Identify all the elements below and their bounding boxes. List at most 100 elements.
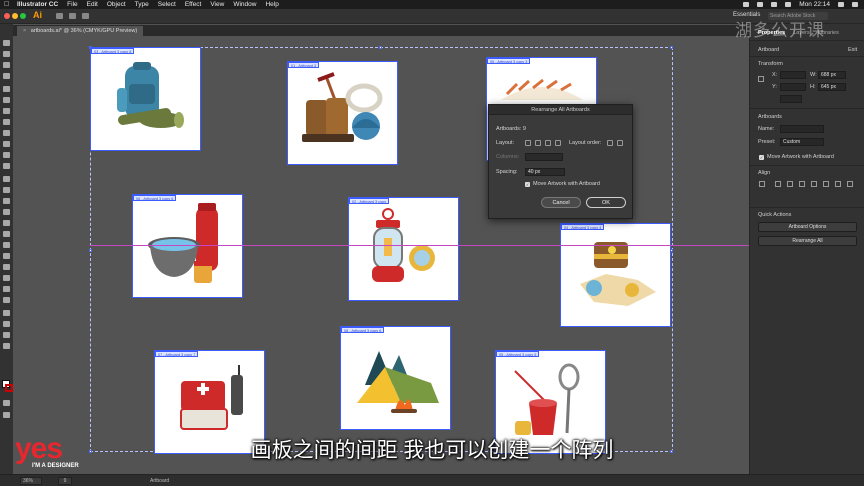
align-horizontal-center-icon[interactable]	[775, 181, 781, 187]
align-right-icon[interactable]	[787, 181, 793, 187]
artboard-label[interactable]: 02 - Artboard 3 copy	[349, 198, 390, 204]
arrange-by-column-icon[interactable]	[555, 140, 561, 146]
width-tool-icon[interactable]	[3, 198, 10, 204]
selection-handle[interactable]	[89, 249, 92, 252]
align-options-icon[interactable]	[847, 181, 853, 187]
search-icon[interactable]	[838, 2, 844, 7]
artboard-label[interactable]: 07 - Artboard 3 copy 7	[155, 351, 199, 357]
zoom-tool-icon[interactable]	[3, 343, 10, 349]
artboard[interactable]: 02 - Artboard 3 copy	[348, 197, 459, 301]
wifi-icon[interactable]	[757, 2, 764, 7]
align-left-icon[interactable]	[759, 181, 765, 187]
right-to-left-icon[interactable]	[617, 140, 623, 146]
eyedropper-tool-icon[interactable]	[3, 264, 10, 270]
artboard[interactable]: 04 - Artboard 3 copy 4	[560, 223, 671, 327]
maximize-window-icon[interactable]	[20, 13, 26, 19]
menu-object[interactable]: Object	[107, 1, 126, 8]
preset-select[interactable]: Custom	[780, 138, 824, 146]
grid-by-row-icon[interactable]	[525, 140, 531, 146]
selection-tool-icon[interactable]	[3, 40, 10, 46]
zoom-field[interactable]: 36%	[20, 477, 42, 485]
distribute-icon[interactable]	[835, 181, 841, 187]
draw-mode-icon[interactable]	[3, 400, 10, 406]
hand-tool-icon[interactable]	[3, 332, 10, 338]
gradient-tool-icon[interactable]	[3, 253, 10, 259]
scale-tool-icon[interactable]	[3, 187, 10, 193]
menu-select[interactable]: Select	[158, 1, 176, 8]
current-tool-label[interactable]: Artboard	[150, 478, 169, 484]
align-vertical-center-icon[interactable]	[811, 181, 817, 187]
rectangle-tool-icon[interactable]	[3, 130, 10, 136]
selection-handle[interactable]	[379, 46, 382, 49]
lasso-tool-icon[interactable]	[3, 73, 10, 79]
exit-artboard-button[interactable]: Exit	[848, 47, 857, 53]
spacing-input[interactable]: 40 px	[525, 168, 565, 176]
minimize-window-icon[interactable]	[12, 13, 18, 19]
columns-input[interactable]	[525, 153, 563, 161]
screen-mode-icon[interactable]	[3, 412, 10, 418]
artboard[interactable]: 06 - Artboard 3 copy 6	[132, 194, 243, 298]
direct-selection-tool-icon[interactable]	[3, 51, 10, 57]
arrange-by-row-icon[interactable]	[545, 140, 551, 146]
x-field[interactable]	[780, 71, 806, 79]
line-tool-icon[interactable]	[3, 119, 10, 125]
pen-tool-icon[interactable]	[3, 86, 10, 92]
blend-tool-icon[interactable]	[3, 275, 10, 281]
height-field[interactable]: 645 px	[818, 83, 846, 91]
menu-clock[interactable]: Mon 22:14	[799, 1, 830, 8]
menu-edit[interactable]: Edit	[87, 1, 98, 8]
artboard-label[interactable]: 03 - Artboard 3 copy 8	[91, 48, 135, 54]
move-artwork-checkbox[interactable]: ✓	[525, 182, 530, 187]
battery-icon[interactable]	[771, 2, 778, 7]
artboard[interactable]: 03 - Artboard 3 copy 8	[90, 47, 201, 151]
curvature-tool-icon[interactable]	[3, 97, 10, 103]
canvas[interactable]: 03 - Artboard 3 copy 8 01 - Artboard 3 0…	[13, 36, 749, 474]
menu-help[interactable]: Help	[265, 1, 278, 8]
menu-window[interactable]: Window	[233, 1, 256, 8]
status-icon[interactable]	[743, 2, 750, 7]
artboard-options-button[interactable]: Artboard Options	[758, 222, 857, 232]
graph-tool-icon[interactable]	[3, 297, 10, 303]
artboard-label[interactable]: 01 - Artboard 3	[288, 62, 320, 68]
symbol-sprayer-tool-icon[interactable]	[3, 286, 10, 292]
reference-point-icon[interactable]	[758, 76, 764, 82]
type-tool-icon[interactable]	[3, 108, 10, 114]
width-field[interactable]: 688 px	[818, 71, 846, 79]
mesh-tool-icon[interactable]	[3, 242, 10, 248]
close-window-icon[interactable]	[4, 13, 10, 19]
y-field[interactable]	[780, 83, 806, 91]
brush-icon[interactable]	[69, 13, 76, 19]
menu-file[interactable]: File	[67, 1, 77, 8]
artboard-name-field[interactable]	[780, 125, 824, 133]
selection-handle[interactable]	[670, 46, 673, 49]
artboard[interactable]: 01 - Artboard 3	[287, 61, 398, 165]
artboard-number-field[interactable]: 9	[58, 477, 72, 485]
align-top-icon[interactable]	[799, 181, 805, 187]
artboard-label[interactable]: 06 - Artboard 3 copy 6	[133, 195, 177, 201]
pencil-tool-icon[interactable]	[3, 152, 10, 158]
menu-type[interactable]: Type	[135, 1, 149, 8]
arrange-docs-icon[interactable]	[56, 13, 63, 19]
menu-app-name[interactable]: Illustrator CC	[17, 1, 58, 8]
grid-by-column-icon[interactable]	[535, 140, 541, 146]
menu-view[interactable]: View	[210, 1, 224, 8]
artboard-label[interactable]: 08 - Artboard 3 copy 6	[341, 327, 385, 333]
eraser-tool-icon[interactable]	[3, 163, 10, 169]
flag-icon[interactable]	[785, 2, 792, 7]
list-icon[interactable]	[852, 2, 858, 7]
align-bottom-icon[interactable]	[823, 181, 829, 187]
apple-icon[interactable]: 	[4, 1, 10, 8]
cancel-button[interactable]: Cancel	[541, 197, 581, 208]
paintbrush-tool-icon[interactable]	[3, 141, 10, 147]
artboard[interactable]: 08 - Artboard 3 copy 6	[340, 326, 451, 430]
left-to-right-icon[interactable]	[607, 140, 613, 146]
stroke-swatch[interactable]	[5, 384, 13, 392]
shape-builder-tool-icon[interactable]	[3, 220, 10, 226]
artboard-tool-icon[interactable]	[3, 310, 10, 316]
move-artwork-panel-checkbox[interactable]: ✓	[759, 155, 764, 160]
ok-button[interactable]: OK	[586, 197, 626, 208]
free-transform-tool-icon[interactable]	[3, 209, 10, 215]
document-tab[interactable]: × artboards.ai* @ 36% (CMYK/GPU Preview)	[17, 26, 144, 36]
rotate-tool-icon[interactable]	[3, 176, 10, 182]
close-tab-icon[interactable]: ×	[23, 28, 26, 34]
